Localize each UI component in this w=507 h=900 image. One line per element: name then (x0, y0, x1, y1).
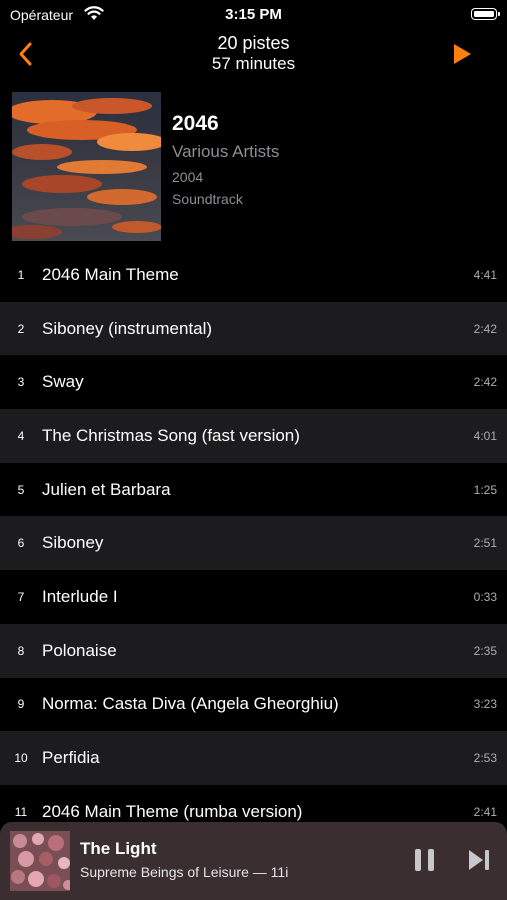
track-title: Norma: Casta Diva (Angela Gheorghiu) (42, 694, 339, 714)
track-duration: 4:01 (473, 428, 497, 443)
track-number: 4 (17, 428, 25, 443)
track-title: Interlude I (42, 586, 118, 606)
track-title: Polonaise (42, 640, 117, 660)
status-time: 3:15 PM (225, 6, 282, 23)
album-info: 2046 Various Artists 2004 Soundtrack (172, 110, 279, 210)
track-duration: 4:41 (473, 267, 497, 282)
track-row[interactable]: 3 Sway 2:42 (0, 355, 507, 409)
track-row[interactable]: 8 Polonaise 2:35 (0, 623, 507, 678)
track-title: Siboney (instrumental) (42, 318, 213, 338)
album-cover (12, 92, 161, 241)
track-number: 7 (17, 589, 25, 604)
track-title: Perfidia (42, 748, 100, 768)
track-number: 11 (14, 804, 28, 819)
album-title: 2046 (172, 112, 219, 135)
album-header: 2046 Various Artists 2004 Soundtrack (12, 92, 507, 242)
track-row[interactable]: 1 2046 Main Theme 4:41 (0, 248, 507, 302)
pause-button[interactable] (411, 846, 439, 874)
track-title: Sway (42, 372, 84, 392)
battery-icon (471, 8, 500, 20)
track-row[interactable]: 7 Interlude I 0:33 (0, 570, 507, 624)
track-duration: 2:42 (473, 321, 497, 336)
nav-title: 20 pistes 57 minutes (0, 32, 507, 74)
track-duration: 2:35 (473, 643, 497, 658)
track-number: 5 (17, 482, 25, 497)
track-row[interactable]: 5 Julien et Barbara 1:25 (0, 463, 507, 517)
track-number: 8 (17, 643, 25, 658)
track-duration: 1:25 (473, 482, 497, 497)
play-icon (454, 44, 471, 64)
now-playing-title: The Light (80, 839, 157, 858)
track-title: Siboney (42, 533, 104, 553)
track-title: The Christmas Song (fast version) (42, 425, 300, 445)
track-list: 1 2046 Main Theme 4:41 2 Siboney (instru… (0, 248, 507, 839)
track-number: 6 (17, 536, 25, 551)
track-number: 10 (14, 751, 28, 766)
track-row[interactable]: 4 The Christmas Song (fast version) 4:01 (0, 409, 507, 463)
track-title: 2046 Main Theme (rumba version) (42, 801, 303, 821)
track-row[interactable]: 10 Perfidia 2:53 (0, 731, 507, 785)
track-number: 9 (17, 697, 25, 712)
status-bar: Opérateur 3:15 PM (0, 0, 507, 30)
play-all-button[interactable] (449, 40, 475, 68)
track-number: 3 (17, 375, 25, 390)
track-duration: 2:53 (473, 751, 497, 766)
track-duration: 3:23 (473, 697, 497, 712)
now-playing-subtitle: Supreme Beings of Leisure — 11i (80, 864, 289, 880)
pause-icon (415, 849, 434, 871)
track-number: 1 (17, 267, 25, 282)
album-year: 2004 (172, 169, 204, 185)
track-duration: 2:42 (473, 375, 497, 390)
next-track-button[interactable] (465, 846, 493, 874)
track-number: 2 (17, 321, 25, 336)
track-duration: 2:51 (473, 536, 497, 551)
track-title: Julien et Barbara (42, 479, 171, 499)
track-row[interactable]: 6 Siboney 2:51 (0, 516, 507, 571)
track-count: 20 pistes (217, 33, 290, 53)
track-duration: 2:41 (473, 804, 497, 819)
track-duration: 0:33 (473, 589, 497, 604)
track-title: 2046 Main Theme (42, 264, 179, 284)
track-row[interactable]: 2 Siboney (instrumental) 2:42 (0, 301, 507, 356)
skip-forward-icon (469, 850, 489, 870)
album-artist[interactable]: Various Artists (172, 140, 279, 164)
album-genre: Soundtrack (172, 191, 243, 207)
now-playing-artwork (10, 831, 70, 891)
track-row[interactable]: 9 Norma: Casta Diva (Angela Gheorghiu) 3… (0, 678, 507, 732)
total-duration: 57 minutes (211, 54, 296, 73)
mini-player[interactable]: The Light Supreme Beings of Leisure — 11… (0, 822, 507, 900)
nav-bar: 20 pistes 57 minutes (0, 32, 507, 76)
